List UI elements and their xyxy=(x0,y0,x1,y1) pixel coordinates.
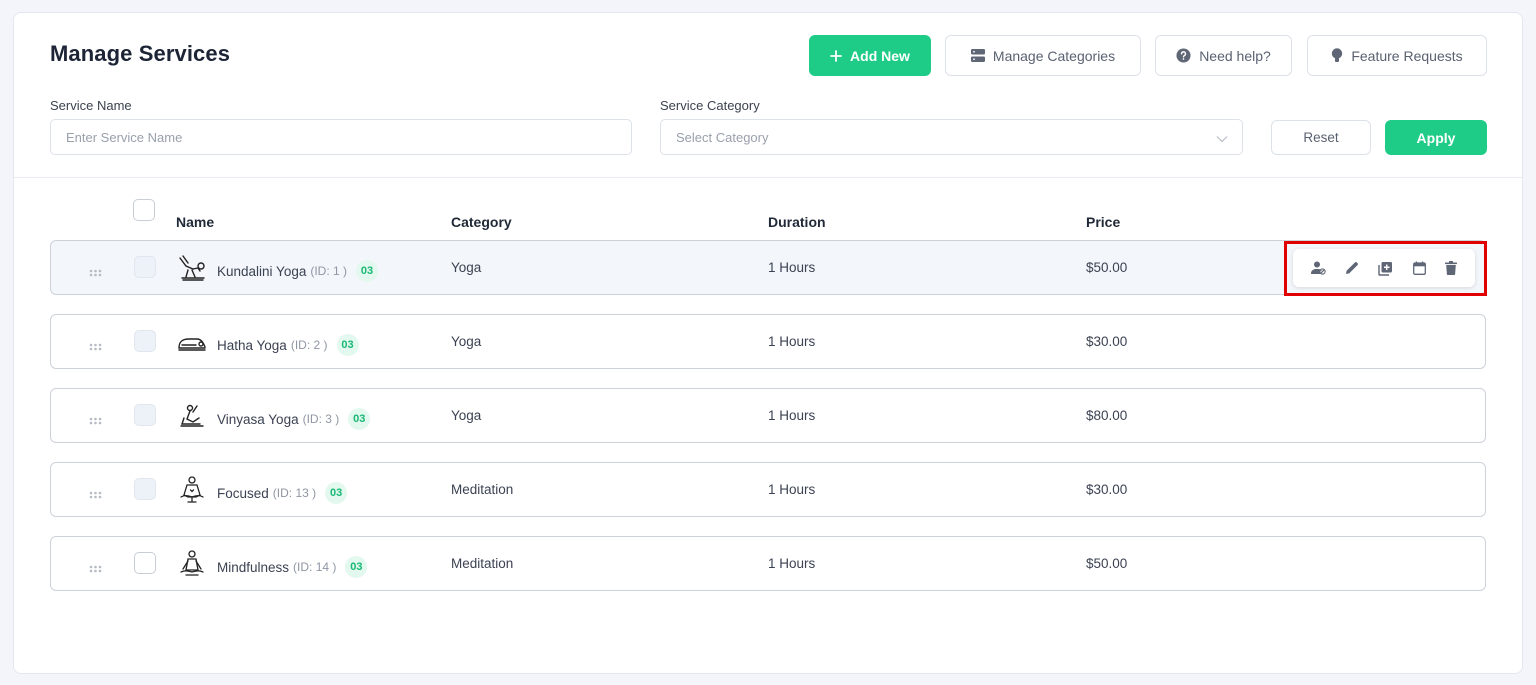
filter-divider xyxy=(14,177,1522,178)
table-row[interactable]: Hatha Yoga (ID: 2 ) 03 Yoga 1 Hours $30.… xyxy=(50,314,1486,369)
table-row[interactable]: Mindfulness (ID: 14 ) 03 Meditation 1 Ho… xyxy=(50,536,1486,591)
row-actions-toolbar xyxy=(1293,249,1475,287)
service-duration: 1 Hours xyxy=(768,408,816,423)
count-badge: 03 xyxy=(345,556,368,578)
select-all-checkbox[interactable] xyxy=(133,199,155,221)
service-name[interactable]: Vinyasa Yoga (ID: 3 ) 03 xyxy=(217,408,371,430)
calendar-icon[interactable] xyxy=(1412,261,1426,275)
service-duration: 1 Hours xyxy=(768,556,816,571)
row-actions-highlight xyxy=(1284,241,1487,296)
service-name-text: Mindfulness xyxy=(217,559,290,575)
service-name[interactable]: Hatha Yoga (ID: 2 ) 03 xyxy=(217,334,359,356)
need-help-label: Need help? xyxy=(1199,47,1271,64)
service-category: Yoga xyxy=(451,334,482,349)
question-circle-icon xyxy=(1176,48,1191,63)
service-price: $30.00 xyxy=(1086,334,1128,349)
assign-staff-icon[interactable] xyxy=(1310,261,1326,275)
service-price: $30.00 xyxy=(1086,482,1128,497)
column-header-name: Name xyxy=(176,214,215,230)
plus-icon xyxy=(830,49,842,62)
service-name[interactable]: Mindfulness (ID: 14 ) 03 xyxy=(217,556,368,578)
count-badge: 03 xyxy=(325,482,348,504)
service-duration: 1 Hours xyxy=(768,334,816,349)
row-checkbox[interactable] xyxy=(134,404,156,426)
table-row[interactable]: Vinyasa Yoga (ID: 3 ) 03 Yoga 1 Hours $8… xyxy=(50,388,1486,443)
service-category: Yoga xyxy=(451,260,482,275)
column-header-duration: Duration xyxy=(768,214,826,230)
service-name-text: Kundalini Yoga xyxy=(217,263,307,279)
service-category-placeholder: Select Category xyxy=(676,129,769,145)
service-id: (ID: 13 ) xyxy=(272,486,317,500)
feature-requests-button[interactable]: Feature Requests xyxy=(1307,35,1487,76)
service-duration: 1 Hours xyxy=(768,482,816,497)
service-category: Meditation xyxy=(451,556,514,571)
drag-handle-icon[interactable] xyxy=(89,486,102,504)
chevron-down-icon xyxy=(1216,131,1228,146)
column-header-price: Price xyxy=(1086,214,1121,230)
table-row[interactable]: Focused (ID: 13 ) 03 Meditation 1 Hours … xyxy=(50,462,1486,517)
page-title: Manage Services xyxy=(50,41,231,66)
service-name[interactable]: Kundalini Yoga (ID: 1 ) 03 xyxy=(217,260,379,282)
count-badge: 03 xyxy=(356,260,379,282)
kundalini-yoga-icon xyxy=(177,253,207,283)
manage-services-card: Manage Services Add New Manage Categorie… xyxy=(13,12,1523,674)
service-name-text: Focused xyxy=(217,485,269,501)
edit-icon[interactable] xyxy=(1345,261,1359,275)
service-category: Yoga xyxy=(451,408,482,423)
focused-meditation-icon xyxy=(177,475,207,505)
hatha-yoga-icon xyxy=(177,327,207,357)
service-duration: 1 Hours xyxy=(768,260,816,275)
column-header-category: Category xyxy=(451,214,512,230)
delete-icon[interactable] xyxy=(1445,261,1458,275)
drag-handle-icon[interactable] xyxy=(89,338,102,356)
manage-categories-button[interactable]: Manage Categories xyxy=(945,35,1141,76)
feature-requests-label: Feature Requests xyxy=(1351,47,1463,64)
apply-label: Apply xyxy=(1416,129,1456,146)
reset-button[interactable]: Reset xyxy=(1271,120,1371,155)
mindfulness-meditation-icon xyxy=(177,549,207,579)
service-category-label: Service Category xyxy=(660,98,760,113)
add-new-label: Add New xyxy=(850,47,910,64)
table-row[interactable]: Kundalini Yoga (ID: 1 ) 03 Yoga 1 Hours … xyxy=(50,240,1486,295)
drag-handle-icon[interactable] xyxy=(89,560,102,578)
drag-handle-icon[interactable] xyxy=(89,264,102,282)
duplicate-icon[interactable] xyxy=(1378,261,1393,276)
need-help-button[interactable]: Need help? xyxy=(1155,35,1292,76)
service-name-label: Service Name xyxy=(50,98,132,113)
row-checkbox[interactable] xyxy=(134,552,156,574)
row-checkbox[interactable] xyxy=(134,478,156,500)
count-badge: 03 xyxy=(348,408,371,430)
service-id: (ID: 1 ) xyxy=(310,264,348,278)
manage-categories-label: Manage Categories xyxy=(992,47,1116,64)
lightbulb-icon xyxy=(1331,48,1343,63)
service-name[interactable]: Focused (ID: 13 ) 03 xyxy=(217,482,348,504)
service-id: (ID: 3 ) xyxy=(302,412,340,426)
server-list-icon xyxy=(970,49,985,62)
reset-label: Reset xyxy=(1303,130,1339,145)
drag-handle-icon[interactable] xyxy=(89,412,102,430)
row-checkbox[interactable] xyxy=(134,256,156,278)
count-badge: 03 xyxy=(336,334,359,356)
add-new-button[interactable]: Add New xyxy=(809,35,931,76)
service-name-field[interactable] xyxy=(50,119,632,155)
service-category: Meditation xyxy=(451,482,514,497)
vinyasa-yoga-icon xyxy=(177,401,207,431)
service-id: (ID: 2 ) xyxy=(290,338,328,352)
service-id: (ID: 14 ) xyxy=(293,560,337,574)
service-price: $80.00 xyxy=(1086,408,1128,423)
service-category-select[interactable]: Select Category xyxy=(660,119,1243,155)
service-name-text: Hatha Yoga xyxy=(217,337,287,353)
service-price: $50.00 xyxy=(1086,556,1128,571)
apply-button[interactable]: Apply xyxy=(1385,120,1487,155)
service-price: $50.00 xyxy=(1086,260,1128,275)
service-name-input[interactable] xyxy=(66,129,631,145)
service-name-text: Vinyasa Yoga xyxy=(217,411,299,427)
row-checkbox[interactable] xyxy=(134,330,156,352)
